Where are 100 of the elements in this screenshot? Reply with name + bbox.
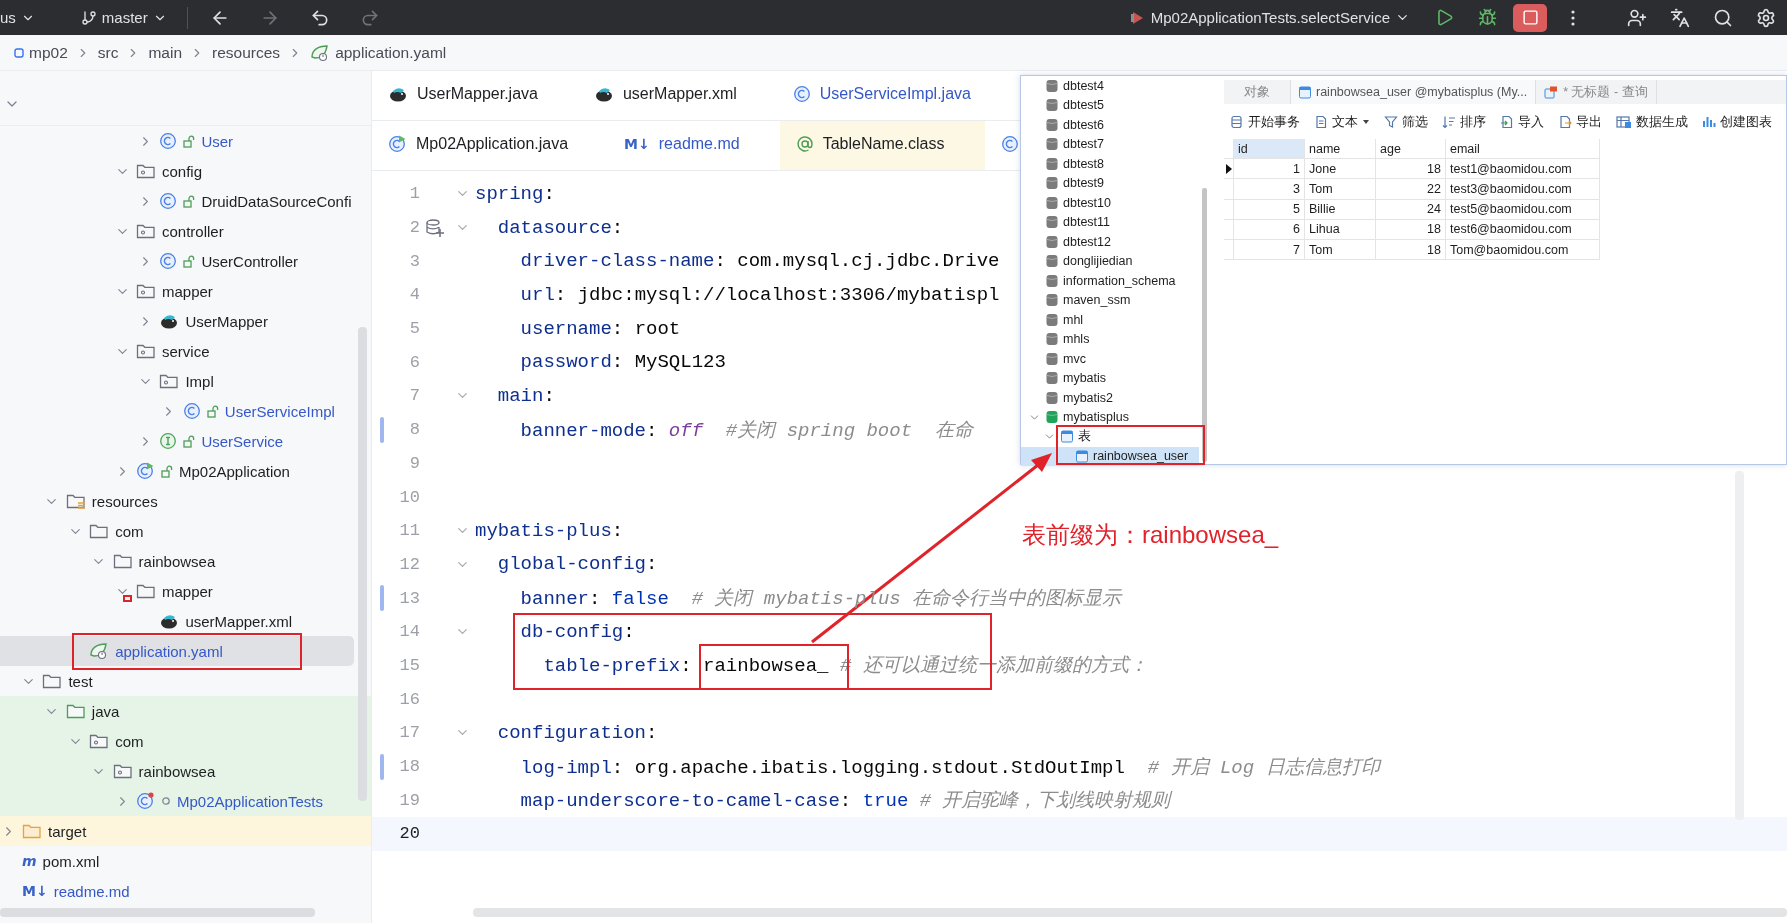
interface-icon bbox=[159, 432, 178, 450]
document-icon bbox=[1314, 115, 1328, 129]
tree-item[interactable]: M↓ readme.md bbox=[0, 876, 371, 906]
tree-item[interactable]: config bbox=[0, 156, 371, 186]
tree-item[interactable]: mapper bbox=[0, 276, 371, 306]
database-item[interactable]: mybatis2 bbox=[1046, 388, 1114, 408]
database-item[interactable]: mvc bbox=[1046, 349, 1086, 369]
editor-tab[interactable]: M↓ readme.md bbox=[608, 121, 780, 170]
yaml-key: global-config: bbox=[497, 553, 658, 576]
toolbar-button[interactable]: 文本 bbox=[1312, 113, 1372, 131]
tree-item[interactable]: userMapper.xml bbox=[0, 606, 371, 636]
yaml-key: spring: bbox=[475, 182, 555, 205]
toolbar-button[interactable]: 开始事务 bbox=[1228, 113, 1302, 131]
database-item[interactable]: dbtest9 bbox=[1046, 173, 1104, 193]
tree-item[interactable]: mapper bbox=[0, 576, 371, 606]
database-icon bbox=[1046, 234, 1058, 249]
line-number: 14 bbox=[398, 622, 420, 642]
toolbar-button[interactable]: 创建图表 bbox=[1700, 113, 1774, 131]
toolbar-button[interactable]: 排序 bbox=[1440, 113, 1488, 131]
database-item[interactable]: information_schema bbox=[1046, 271, 1176, 291]
database-item[interactable]: dbtest6 bbox=[1046, 115, 1104, 135]
breadcrumb-item[interactable]: main bbox=[148, 43, 183, 62]
tree-item[interactable]: resources bbox=[0, 486, 371, 516]
tab[interactable]: rainbowsea_user @mybatisplus (My... bbox=[1291, 80, 1537, 104]
tree-item[interactable]: m pom.xml bbox=[0, 846, 371, 876]
database-item[interactable]: mybatis bbox=[1046, 368, 1107, 388]
breadcrumb-item[interactable]: application.yaml bbox=[310, 43, 447, 62]
folder-icon bbox=[159, 372, 180, 390]
line-number: 18 bbox=[398, 757, 420, 777]
lock-icon bbox=[206, 404, 219, 418]
editor-tab[interactable]: TableName.class bbox=[779, 121, 985, 170]
breadcrumb-item[interactable]: resources bbox=[212, 43, 281, 62]
tree-item[interactable]: Impl bbox=[0, 366, 371, 396]
database-item[interactable]: dbtest4 bbox=[1046, 76, 1104, 96]
column-header[interactable]: email bbox=[1446, 139, 1600, 160]
leaf-icon bbox=[310, 43, 331, 62]
editor-tab[interactable]: userMapper.xml bbox=[577, 71, 777, 120]
tree-item[interactable]: application.yaml bbox=[0, 636, 354, 666]
tree-item[interactable]: rainbowsea bbox=[0, 546, 371, 576]
database-item[interactable]: dbtest5 bbox=[1046, 95, 1104, 115]
class-icon bbox=[792, 85, 811, 103]
tree-item[interactable]: rainbowsea bbox=[0, 756, 371, 786]
scrollbar[interactable] bbox=[358, 327, 367, 801]
breadcrumb-item[interactable]: src bbox=[97, 43, 119, 62]
database-item[interactable]: mhls bbox=[1046, 329, 1090, 349]
tree-item[interactable]: Mp02Application bbox=[0, 456, 371, 486]
folder-icon bbox=[42, 672, 63, 690]
tree-item[interactable]: UserService bbox=[0, 426, 371, 456]
lock-icon bbox=[161, 464, 173, 478]
database-item[interactable]: dbtest12 bbox=[1046, 232, 1111, 252]
tree-item[interactable]: com bbox=[0, 516, 371, 546]
breadcrumb-item[interactable]: mp02 bbox=[14, 43, 68, 62]
project-selector[interactable]: us bbox=[0, 3, 43, 32]
database-item[interactable]: dbtest11 bbox=[1046, 212, 1111, 232]
branch-selector[interactable]: master bbox=[72, 3, 175, 32]
database-item[interactable]: mhl bbox=[1046, 310, 1084, 330]
tree-item[interactable]: UserServiceImpl bbox=[0, 396, 371, 426]
scrollbar[interactable] bbox=[0, 908, 315, 917]
editor-tab[interactable]: UserMapper.java bbox=[372, 71, 578, 120]
database-icon[interactable] bbox=[425, 217, 445, 238]
column-header[interactable]: age bbox=[1376, 139, 1446, 160]
tree-item[interactable]: User bbox=[0, 126, 371, 156]
column-header[interactable]: id bbox=[1234, 139, 1305, 160]
table-icon bbox=[1299, 85, 1311, 99]
tree-item[interactable]: com bbox=[0, 726, 371, 756]
editor-tab[interactable]: Mp02Application.java bbox=[372, 121, 609, 170]
tree-item[interactable]: controller bbox=[0, 216, 371, 246]
toolbar-button[interactable]: 导出 bbox=[1556, 113, 1604, 131]
database-item[interactable]: maven_ssm bbox=[1046, 290, 1131, 310]
database-item[interactable]: dbtest7 bbox=[1046, 134, 1104, 154]
toolbar-button[interactable]: 导入 bbox=[1498, 113, 1546, 131]
database-item[interactable]: 表 bbox=[1061, 427, 1091, 447]
toolbar-button[interactable]: 数据生成 bbox=[1614, 113, 1690, 131]
stop-button[interactable] bbox=[1513, 3, 1547, 32]
bird-icon bbox=[388, 85, 408, 103]
toolbar-button[interactable]: 筛选 bbox=[1382, 113, 1430, 131]
database-icon bbox=[1046, 351, 1058, 366]
tree-item[interactable]: DruidDataSourceConfi bbox=[0, 186, 371, 216]
code-comment: # 开启 Log 日志信息打印 bbox=[1147, 756, 1380, 779]
scrollbar[interactable] bbox=[473, 908, 1787, 917]
database-item[interactable]: mybatisplus bbox=[1046, 407, 1129, 427]
tree-item[interactable]: UserController bbox=[0, 246, 371, 276]
database-item[interactable]: rainbowsea_user bbox=[1076, 446, 1189, 466]
tree-item[interactable]: Mp02ApplicationTests bbox=[0, 786, 371, 816]
tree-item[interactable]: test bbox=[0, 666, 371, 696]
database-item[interactable]: dbtest8 bbox=[1046, 154, 1104, 174]
editor-tab[interactable]: UserServiceImpl.java bbox=[776, 71, 1011, 120]
column-header[interactable]: name bbox=[1305, 139, 1376, 160]
line-number: 13 bbox=[398, 588, 420, 608]
folder-icon bbox=[136, 222, 156, 240]
database-item[interactable]: donglijiedian bbox=[1046, 251, 1133, 271]
tree-item[interactable]: java bbox=[0, 696, 371, 726]
scrollbar[interactable] bbox=[1202, 188, 1207, 462]
row-header[interactable] bbox=[1224, 159, 1234, 180]
run-configuration-selector[interactable]: Mp02ApplicationTests.selectService bbox=[1121, 3, 1418, 32]
table-cell: 7 bbox=[1234, 239, 1305, 261]
tree-item[interactable]: UserMapper bbox=[0, 306, 371, 336]
tree-item[interactable]: target bbox=[0, 816, 371, 846]
database-item[interactable]: dbtest10 bbox=[1046, 193, 1111, 213]
tree-item[interactable]: service bbox=[0, 336, 371, 366]
